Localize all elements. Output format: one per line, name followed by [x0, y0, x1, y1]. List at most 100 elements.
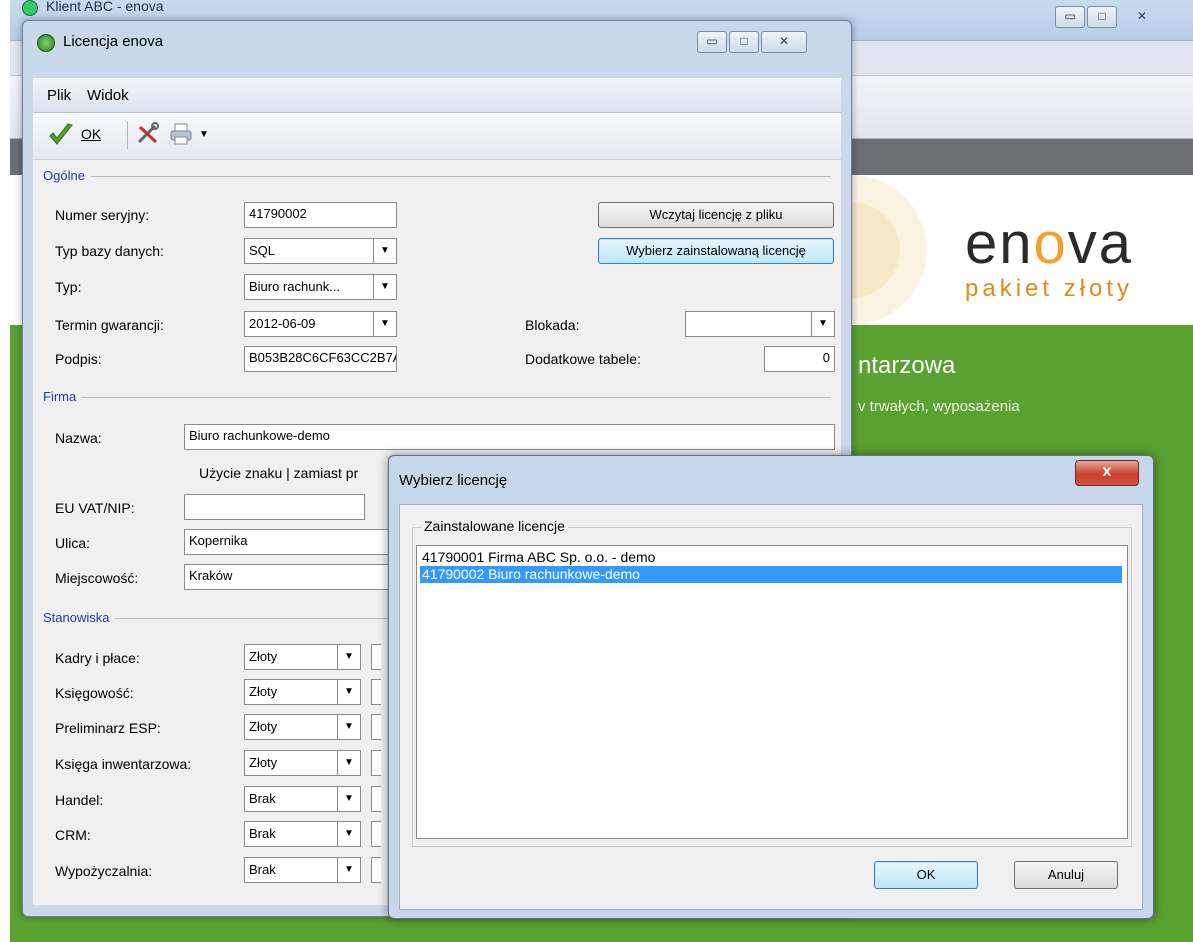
menu-plik[interactable]: Plik: [47, 87, 71, 104]
lock-select[interactable]: ▼: [685, 311, 835, 337]
toolbar-separator: [127, 121, 128, 149]
station-extra-select[interactable]: [371, 786, 381, 812]
signature-field[interactable]: B053B28C6CF63CC2B7AB93: [244, 346, 397, 372]
logo-subtitle: pakiet złoty: [965, 275, 1134, 302]
licence-minimize-button[interactable]: ▭: [697, 31, 727, 53]
licence-close-button[interactable]: ✕: [761, 31, 807, 53]
station-label: Kadry i płace:: [55, 650, 140, 666]
type-label: Typ:: [55, 279, 82, 295]
logo-suffix: va: [1067, 211, 1134, 276]
signature-label: Podpis:: [55, 351, 102, 367]
vat-field[interactable]: [184, 494, 365, 520]
dbtype-label: Typ bazy danych:: [55, 243, 164, 259]
station-label: Preliminarz ESP:: [55, 720, 161, 736]
dialog-title: Wybierz licencję: [399, 472, 508, 489]
extra-tables-field[interactable]: 0: [764, 346, 835, 372]
dbtype-select[interactable]: SQL ▼: [244, 238, 397, 264]
bg-minimize-button[interactable]: ▭: [1055, 6, 1085, 28]
station-value: Złoty: [249, 684, 278, 699]
chevron-down-icon[interactable]: ▼: [337, 645, 360, 669]
dialog-cancel-button[interactable]: Anuluj: [1014, 861, 1118, 889]
station-label: Handel:: [55, 792, 104, 808]
load-licence-file-button[interactable]: Wczytaj licencję z pliku: [598, 202, 834, 228]
list-item-selected[interactable]: 41790002 Biuro rachunkowe-demo: [420, 566, 1122, 583]
station-select[interactable]: Złoty ▼: [244, 644, 361, 670]
bg-maximize-button[interactable]: □: [1087, 6, 1117, 28]
station-extra-select[interactable]: [371, 714, 381, 740]
station-extra-select[interactable]: [371, 821, 381, 847]
choose-licence-dialog: Wybierz licencję x Zainstalowane licencj…: [388, 455, 1154, 919]
chevron-down-icon[interactable]: ▼: [373, 275, 396, 299]
dialog-ok-button[interactable]: OK: [874, 861, 978, 889]
station-value: Złoty: [249, 719, 278, 734]
type-select[interactable]: Biuro rachunk... ▼: [244, 274, 397, 300]
section-divider: [43, 176, 831, 177]
city-label: Miejscowość:: [55, 570, 139, 586]
station-label: Księga inwentarzowa:: [55, 756, 192, 772]
station-select[interactable]: Złoty ▼: [244, 679, 361, 705]
street-field[interactable]: Kopernika: [184, 529, 394, 555]
warranty-value: 2012-06-09: [249, 316, 316, 331]
chevron-down-icon[interactable]: ▼: [373, 312, 396, 336]
bg-close-button[interactable]: ✕: [1119, 6, 1165, 28]
licence-window-title: Licencja enova: [63, 33, 164, 50]
chevron-down-icon[interactable]: ▼: [337, 680, 360, 704]
chevron-down-icon[interactable]: ▼: [337, 787, 360, 811]
company-name-label: Nazwa:: [55, 430, 102, 446]
warranty-date-picker[interactable]: 2012-06-09 ▼: [244, 311, 397, 337]
menu-widok[interactable]: Widok: [87, 87, 129, 104]
background-subheading: v trwałych, wyposażenia: [858, 398, 1020, 415]
section-company: Firma: [43, 389, 831, 405]
station-select[interactable]: Złoty ▼: [244, 750, 361, 776]
choose-installed-licence-button[interactable]: Wybierz zainstalowaną licencję: [598, 238, 834, 264]
printer-icon[interactable]: [169, 122, 193, 146]
station-label: Wypożyczalnia:: [55, 863, 153, 879]
station-select[interactable]: Brak ▼: [244, 821, 361, 847]
station-label: CRM:: [55, 827, 91, 843]
background-heading: ntarzowa: [858, 352, 956, 379]
station-extra-select[interactable]: [371, 679, 381, 705]
serial-field[interactable]: 41790002: [244, 202, 397, 228]
station-extra-select[interactable]: [371, 750, 381, 776]
enova-app-icon: [37, 34, 55, 52]
licence-maximize-button[interactable]: □: [729, 31, 759, 53]
dialog-body: Zainstalowane licencje 41790001 Firma AB…: [399, 504, 1143, 910]
chevron-down-icon[interactable]: ▼: [337, 715, 360, 739]
city-field[interactable]: Kraków: [184, 564, 394, 590]
dialog-close-button[interactable]: x: [1075, 460, 1139, 486]
station-select[interactable]: Złoty ▼: [244, 714, 361, 740]
chevron-down-icon[interactable]: ▼: [337, 751, 360, 775]
station-extra-select[interactable]: [371, 644, 381, 670]
list-item[interactable]: 41790001 Firma ABC Sp. o.o. - demo: [420, 549, 1122, 566]
station-label: Księgowość:: [55, 685, 134, 701]
vat-label: EU VAT/NIP:: [55, 500, 135, 516]
chevron-down-icon[interactable]: ▼: [199, 129, 209, 140]
station-value: Brak: [249, 862, 276, 877]
pipe-hint-text: Użycie znaku | zamiast pr: [199, 465, 359, 481]
chevron-down-icon[interactable]: ▼: [373, 239, 396, 263]
company-name-field[interactable]: Biuro rachunkowe-demo: [184, 424, 835, 450]
installed-licences-list[interactable]: 41790001 Firma ABC Sp. o.o. - demo 41790…: [416, 545, 1128, 839]
type-value: Biuro rachunk...: [249, 279, 341, 294]
group-label: Zainstalowane licencje: [421, 518, 568, 534]
station-value: Złoty: [249, 649, 278, 664]
chevron-down-icon[interactable]: ▼: [337, 822, 360, 846]
station-extra-select[interactable]: [371, 857, 381, 883]
serial-label: Numer seryjny:: [55, 207, 150, 223]
extra-tables-label: Dodatkowe tabele:: [525, 351, 641, 367]
logo-prefix: en: [965, 211, 1034, 276]
chevron-down-icon[interactable]: ▼: [337, 858, 360, 882]
chevron-down-icon[interactable]: ▼: [811, 312, 834, 336]
section-company-label: Firma: [43, 389, 83, 404]
tools-icon[interactable]: [135, 121, 161, 147]
enova-logo: enova: [965, 210, 1133, 277]
street-label: Ulica:: [55, 535, 91, 551]
station-select[interactable]: Brak ▼: [244, 857, 361, 883]
warranty-label: Termin gwarancji:: [55, 317, 164, 333]
licence-titlebar[interactable]: Licencja enova ▭ □ ✕: [23, 21, 851, 69]
background-window-title: Klient ABC - enova: [46, 0, 164, 14]
section-general-label: Ogólne: [43, 168, 91, 183]
menubar: Plik Widok: [33, 78, 841, 113]
station-value: Brak: [249, 791, 276, 806]
station-select[interactable]: Brak ▼: [244, 786, 361, 812]
